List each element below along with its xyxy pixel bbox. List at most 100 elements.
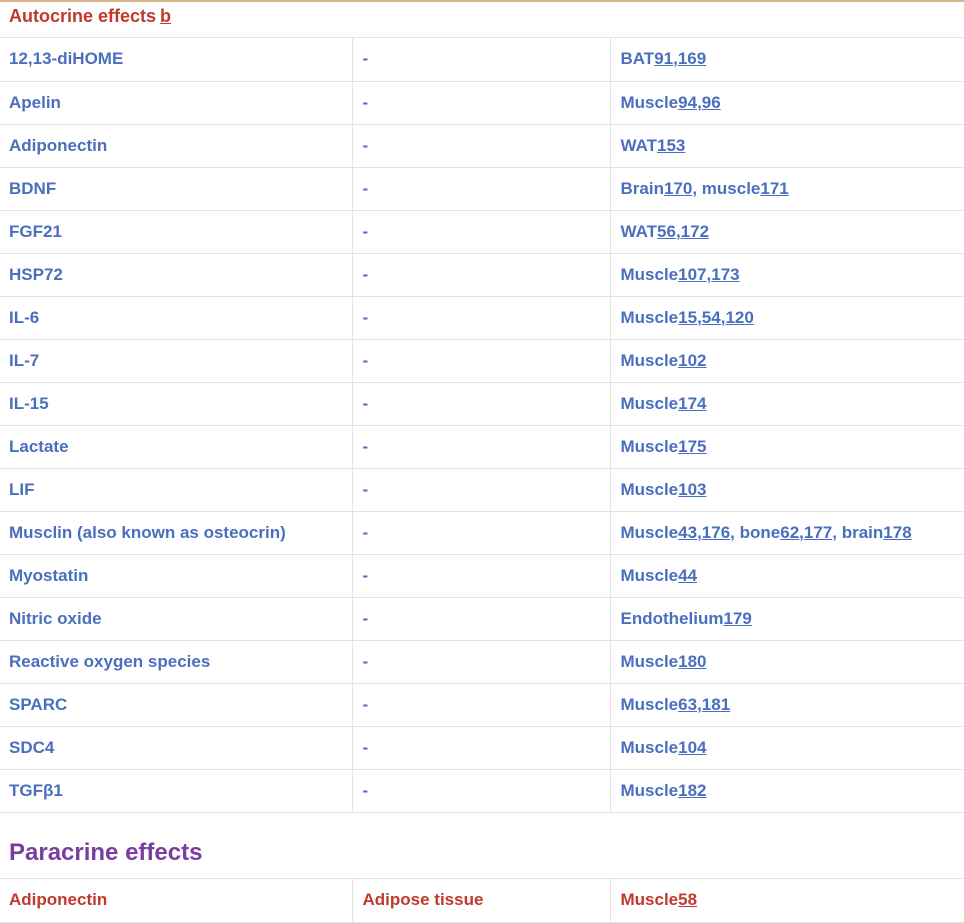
reference-link[interactable]: 44 — [678, 566, 697, 585]
factor-name-cell: Lactate — [0, 425, 352, 469]
source-cell: - — [351, 124, 610, 168]
reference-link[interactable]: 103 — [678, 480, 706, 499]
reference-link[interactable]: 173 — [711, 265, 739, 284]
target-cell: Muscle175 — [609, 425, 964, 469]
table-row: BDNF - Brain170, muscle171 — [0, 167, 964, 211]
table-row: Musclin (also known as osteocrin) - Muscle… — [0, 511, 964, 555]
source-cell: - — [351, 296, 610, 340]
target-tissue: Muscle — [620, 92, 679, 112]
table-row: Adiponectin - WAT153 — [0, 124, 964, 168]
factor-name-cell: Nitric oxide — [0, 597, 352, 641]
factor-name-cell: Apelin — [0, 81, 352, 125]
paracrine-section-header: Paracrine effects — [0, 825, 964, 879]
reference-link[interactable]: 56 — [657, 222, 676, 241]
source-cell: Adipose tissue — [351, 879, 610, 923]
reference-link[interactable]: 15 — [678, 308, 697, 327]
reference-link[interactable]: 102 — [678, 351, 706, 370]
factor-name-cell: Myostatin — [0, 554, 352, 598]
source-cell: - — [351, 640, 610, 684]
table-row: 12,13-diHOME - BAT91,169 — [0, 38, 964, 82]
reference-link[interactable]: 120 — [725, 308, 753, 327]
reference-link[interactable]: 107 — [678, 265, 706, 284]
target-tissue: WAT — [620, 221, 658, 241]
reference-link[interactable]: 94 — [678, 93, 697, 112]
reference-link[interactable]: 153 — [657, 136, 685, 155]
factor-name-cell: LIF — [0, 468, 352, 512]
target-separator: , — [692, 178, 702, 198]
reference-link[interactable]: 62 — [780, 523, 799, 542]
factor-name-cell: Musclin (also known as osteocrin) — [0, 511, 352, 555]
source-cell: - — [351, 511, 610, 555]
reference-link[interactable]: 96 — [702, 93, 721, 112]
source-cell: - — [351, 597, 610, 641]
factor-name-cell: FGF21 — [0, 210, 352, 254]
target-cell: Muscle102 — [609, 339, 964, 383]
source-cell: - — [351, 726, 610, 770]
source-cell: - — [351, 554, 610, 598]
factor-name-cell: TGFβ1 — [0, 769, 352, 813]
reference-link[interactable]: 170 — [664, 179, 692, 198]
target-tissue: Muscle — [620, 393, 679, 413]
reference-link[interactable]: 179 — [723, 609, 751, 628]
target-cell: Muscle104 — [609, 726, 964, 770]
source-cell: - — [351, 339, 610, 383]
target-tissue: bone — [739, 522, 781, 542]
target-separator: , — [730, 522, 740, 542]
target-cell: Muscle63,181 — [609, 683, 964, 727]
source-cell: - — [351, 167, 610, 211]
target-tissue: Muscle — [620, 565, 679, 585]
reference-link[interactable]: 171 — [760, 179, 788, 198]
table-row: LIF - Muscle103 — [0, 468, 964, 512]
factor-name-cell: SDC4 — [0, 726, 352, 770]
reference-link[interactable]: 174 — [678, 394, 706, 413]
factor-name-cell: IL-7 — [0, 339, 352, 383]
table-row: Nitric oxide - Endothelium179 — [0, 597, 964, 641]
target-tissue: Muscle — [620, 890, 679, 910]
factor-name-cell: HSP72 — [0, 253, 352, 297]
reference-link[interactable]: 63 — [678, 695, 697, 714]
reference-link[interactable]: 181 — [702, 695, 730, 714]
target-tissue: Muscle — [620, 737, 679, 757]
reference-link[interactable]: 58 — [678, 890, 697, 909]
table-row: TGFβ1- Muscle182 — [0, 769, 964, 813]
table-row: IL-7- Muscle102 — [0, 339, 964, 383]
target-tissue: Muscle — [620, 694, 679, 714]
table-row: SDC4- Muscle104 — [0, 726, 964, 770]
reference-link[interactable]: 43 — [678, 523, 697, 542]
target-cell: Brain170, muscle171 — [609, 167, 964, 211]
target-cell: WAT153 — [609, 124, 964, 168]
autocrine-footnote-link[interactable]: b — [160, 6, 171, 26]
table-row: HSP72- Muscle107,173 — [0, 253, 964, 297]
factor-name-cell: SPARC — [0, 683, 352, 727]
reference-link[interactable]: 177 — [804, 523, 832, 542]
target-cell: Muscle107,173 — [609, 253, 964, 297]
factor-name-cell: Adiponectin — [0, 124, 352, 168]
target-tissue: Muscle — [620, 350, 679, 370]
reference-link[interactable]: 176 — [702, 523, 730, 542]
table-row: Lactate - Muscle175 — [0, 425, 964, 469]
source-cell: - — [351, 425, 610, 469]
target-tissue: WAT — [620, 135, 658, 155]
factor-name-cell: 12,13-diHOME — [0, 38, 352, 82]
reference-link[interactable]: 91 — [654, 49, 673, 68]
reference-link[interactable]: 54 — [702, 308, 721, 327]
target-cell: Muscle58 — [609, 879, 964, 923]
target-tissue: Endothelium — [620, 608, 724, 628]
reference-link[interactable]: 169 — [678, 49, 706, 68]
target-cell: WAT56,172 — [609, 210, 964, 254]
table-row: FGF21- WAT56,172 — [0, 210, 964, 254]
target-tissue: BAT — [620, 49, 655, 69]
target-tissue: brain — [841, 522, 884, 542]
autocrine-section-header: Autocrine effects b — [0, 2, 964, 38]
reference-link[interactable]: 182 — [678, 781, 706, 800]
factor-name-cell: Adiponectin — [0, 879, 352, 923]
target-tissue: Muscle — [620, 522, 679, 542]
reference-link[interactable]: 172 — [681, 222, 709, 241]
reference-link[interactable]: 180 — [678, 652, 706, 671]
reference-link[interactable]: 104 — [678, 738, 706, 757]
target-tissue: Muscle — [620, 780, 679, 800]
reference-link[interactable]: 175 — [678, 437, 706, 456]
reference-link[interactable]: 178 — [883, 523, 911, 542]
target-cell: Muscle15,54,120 — [609, 296, 964, 340]
target-tissue: Muscle — [620, 436, 679, 456]
